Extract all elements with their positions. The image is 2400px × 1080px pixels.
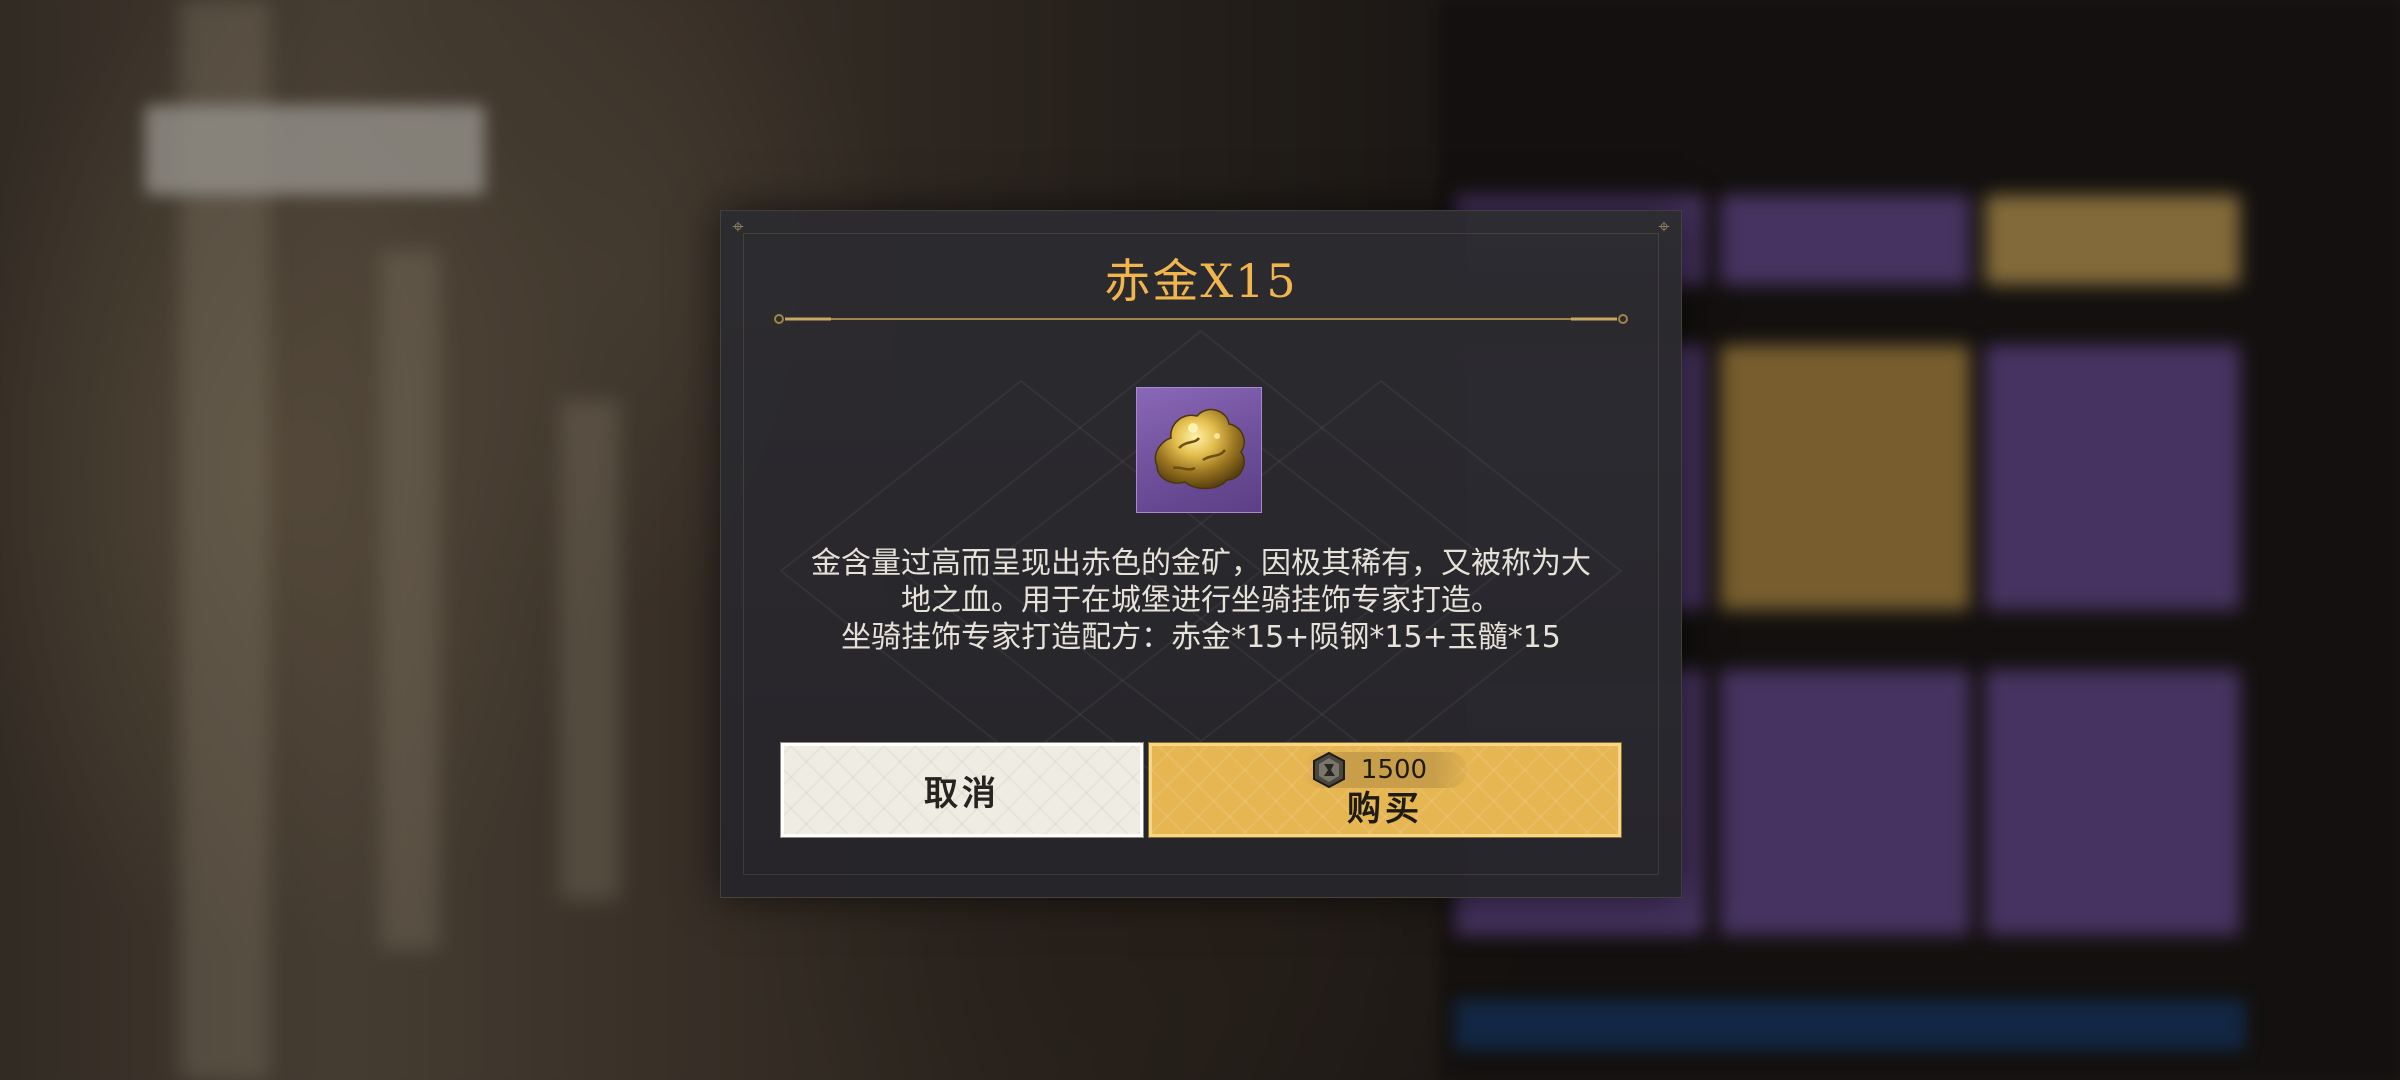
item-description: 金含量过高而呈现出赤色的金矿，因极其稀有，又被称为大 地之血。用于在城堡进行坐骑… — [771, 545, 1631, 656]
description-line: 地之血。用于在城堡进行坐骑挂饰专家打造。 — [901, 583, 1501, 618]
price-value: 1500 — [1360, 755, 1428, 785]
cancel-button-label: 取消 — [924, 773, 1000, 814]
purchase-dialog: ⌖ ⌖ 赤金X15 金含量过高而呈现出赤色的金矿，因极其稀有，又被称为大 地之血… — [720, 210, 1682, 898]
currency-stone-icon — [1312, 751, 1345, 789]
buy-button-label: 购买 — [1347, 789, 1423, 829]
price-tag: 1500 — [1302, 751, 1468, 789]
title-divider — [774, 314, 1628, 324]
cancel-button[interactable]: 取消 — [780, 742, 1144, 838]
item-slot — [1136, 387, 1262, 513]
corner-ornament-icon: ⌖ — [1658, 214, 1670, 238]
description-line: 金含量过高而呈现出赤色的金矿，因极其稀有，又被称为大 — [811, 546, 1591, 581]
corner-ornament-icon: ⌖ — [732, 214, 744, 238]
gold-nugget-icon — [1154, 408, 1245, 490]
buy-button[interactable]: 1500 购买 — [1148, 742, 1622, 838]
recipe-line: 坐骑挂饰专家打造配方：赤金*15+陨钢*15+玉髓*15 — [841, 620, 1561, 655]
